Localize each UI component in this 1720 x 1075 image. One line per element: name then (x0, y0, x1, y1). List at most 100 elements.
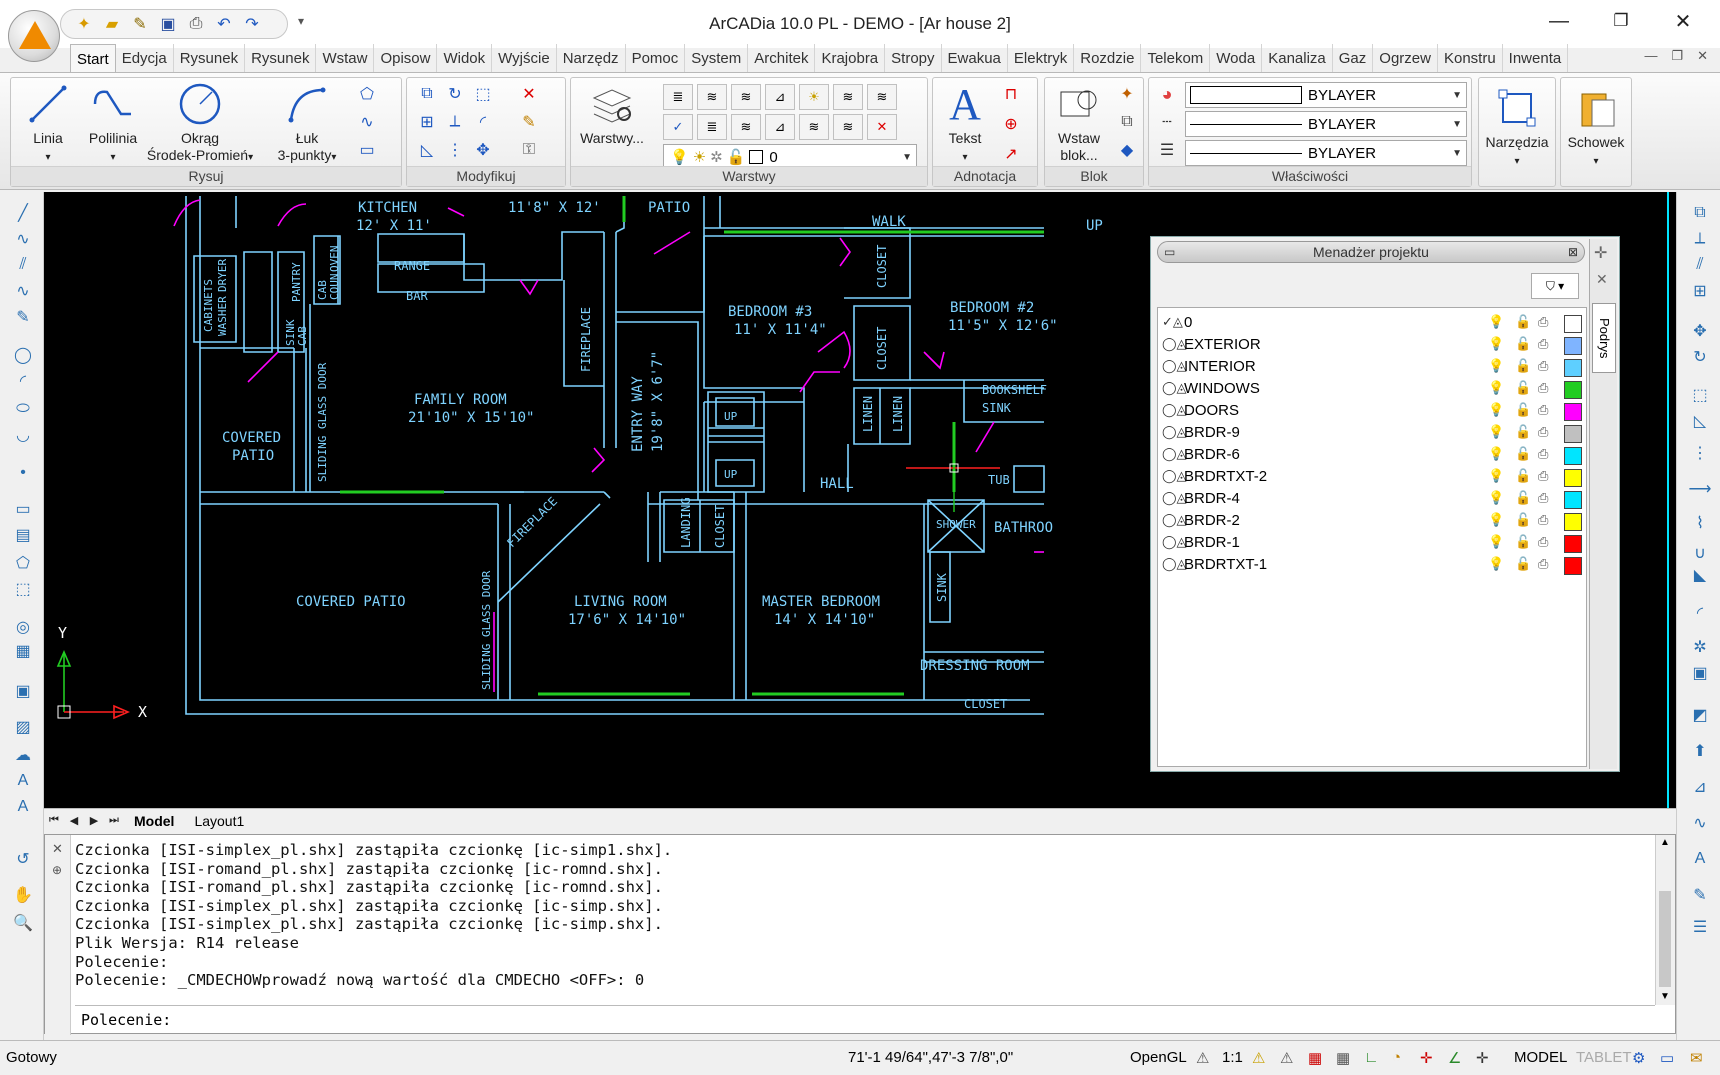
layer-color-swatch[interactable] (1564, 469, 1582, 487)
layer-lock-icon[interactable]: 🔓 (1515, 512, 1531, 528)
layer-on-icon[interactable]: 💡 (1488, 402, 1504, 418)
point-icon[interactable]: • (12, 462, 34, 484)
donut-icon[interactable]: ◎ (12, 616, 34, 638)
last-tab-icon[interactable]: ⏭ (104, 814, 124, 827)
tab-4[interactable]: Wstaw (316, 44, 375, 72)
move-icon[interactable]: ✥ (471, 138, 495, 162)
layer-row[interactable]: ◯◬ BRDRTXT-2 💡 🔓 ⎙ (1158, 466, 1588, 490)
ortho-icon[interactable]: ∟ (1364, 1049, 1379, 1066)
rectangle-icon[interactable]: ▭ (355, 138, 379, 162)
prev-tab-icon[interactable]: ◀ (64, 814, 84, 827)
linetype-icon[interactable]: ┄ (1155, 110, 1179, 134)
command-pin-icon[interactable]: ⊕ (52, 863, 62, 877)
layer-tool-12-icon[interactable]: ≋ (799, 114, 829, 140)
layer-tool-1-icon[interactable]: ≣ (663, 84, 693, 110)
layer-on-icon[interactable]: 💡 (1488, 336, 1504, 352)
polygon-icon[interactable]: ⬠ (355, 82, 379, 106)
layer-row[interactable]: ◯◬ BRDR-9 💡 🔓 ⎙ (1158, 422, 1588, 446)
layer-lock-icon[interactable]: 🔓 (1515, 314, 1531, 330)
layer-color-swatch[interactable] (1564, 425, 1582, 443)
layer-tool-2-icon[interactable]: ≋ (697, 84, 727, 110)
layer-lock-icon[interactable]: 🔓 (1515, 446, 1531, 462)
layer-color-swatch[interactable] (1564, 403, 1582, 421)
layer-tool-13-icon[interactable]: ≋ (833, 114, 863, 140)
layer-row[interactable]: ◯◬ DOORS 💡 🔓 ⎙ (1158, 400, 1588, 424)
properties-icon[interactable]: ☰ (1689, 916, 1711, 938)
tools-button[interactable]: Narzędzia ▾ (1479, 86, 1555, 170)
layers-button[interactable]: Warstwy... (575, 82, 649, 147)
layer-on-icon[interactable]: 💡 (1488, 556, 1504, 572)
explode-icon[interactable]: ✲ (1689, 636, 1711, 658)
layer-color-swatch[interactable] (1564, 359, 1582, 377)
command-scrollbar[interactable]: ▲ ▼ (1655, 835, 1675, 1005)
layer-row[interactable]: ◯◬ BRDR-2 💡 🔓 ⎙ (1158, 510, 1588, 534)
layer-on-icon[interactable]: 💡 (1488, 446, 1504, 462)
lineweight-dropdown[interactable]: BYLAYER ▼ (1185, 140, 1467, 166)
app-menu-button[interactable] (8, 10, 60, 62)
tab-8[interactable]: Narzędz (557, 44, 626, 72)
layer-tool-11-icon[interactable]: ⊿ (765, 114, 795, 140)
layer-on-icon[interactable]: 💡 (1488, 512, 1504, 528)
line-button[interactable]: Linia ▾ (15, 82, 81, 166)
scale-icon[interactable]: ⬚ (471, 82, 495, 106)
boundary-icon[interactable]: ⬚ (12, 578, 34, 600)
layer-on-icon[interactable]: 💡 (1488, 468, 1504, 484)
command-window-handle[interactable]: ✕ ⊕ (45, 835, 71, 1035)
layer-print-icon[interactable]: ⎙ (1538, 512, 1548, 528)
layer-color-swatch[interactable] (1564, 513, 1582, 531)
layer-on-icon[interactable]: 💡 (1488, 314, 1504, 330)
layer-tool-6-icon[interactable]: ≋ (833, 84, 863, 110)
layer-print-icon[interactable]: ⎙ (1538, 468, 1548, 484)
tab-model[interactable]: Model (124, 810, 184, 832)
layer-row[interactable]: ◯◬ EXTERIOR 💡 🔓 ⎙ (1158, 334, 1588, 358)
line-icon[interactable]: ╱ (12, 202, 34, 224)
layer-row[interactable]: ◯◬ BRDR-1 💡 🔓 ⎙ (1158, 532, 1588, 556)
color-dropdown[interactable]: BYLAYER ▼ (1185, 82, 1467, 108)
polar-icon[interactable]: ◔ (1392, 1049, 1401, 1066)
3d-box-icon[interactable]: ▣ (1689, 662, 1711, 684)
tab-14[interactable]: Ewakua (942, 44, 1008, 72)
match-properties-icon[interactable]: ✎ (517, 110, 541, 134)
close-button[interactable]: ✕ (1660, 6, 1706, 36)
command-close-icon[interactable]: ✕ (52, 841, 63, 857)
tab-16[interactable]: Rozdzie (1074, 44, 1142, 72)
tab-23[interactable]: Inwenta (1503, 44, 1569, 72)
layer-filter-dropdown[interactable]: ⛉ ▾ (1531, 273, 1579, 299)
tab-3[interactable]: Rysunek (245, 44, 317, 72)
layer-on-icon[interactable]: 💡 (1488, 380, 1504, 396)
polyline-icon[interactable]: ∿ (12, 228, 34, 250)
restore-button[interactable]: ❐ (1598, 6, 1644, 36)
sidebar-close-icon[interactable]: ✕ (1596, 271, 1608, 288)
pan-icon[interactable]: ✋ (12, 884, 34, 906)
hatch-icon[interactable]: ▤ (12, 524, 34, 546)
layer-lock-icon[interactable]: 🔓 (1515, 468, 1531, 484)
array-icon[interactable]: ⊞ (415, 110, 439, 134)
match-properties-icon[interactable]: ✎ (1689, 884, 1711, 906)
text-button[interactable]: A Tekst ▾ (937, 82, 993, 166)
wipeout-icon[interactable]: ▨ (12, 716, 34, 738)
tab-layout1[interactable]: Layout1 (184, 810, 254, 832)
lineweight-icon[interactable]: ☰ (1155, 138, 1179, 162)
layer-row[interactable]: ◯◬ BRDR-4 💡 🔓 ⎙ (1158, 488, 1588, 512)
otrack-icon[interactable]: ∠ (1448, 1049, 1461, 1067)
zoom-icon[interactable]: 🔍 (12, 912, 34, 934)
tab-7[interactable]: Wyjście (492, 44, 557, 72)
snap-icon[interactable]: ▦ (1308, 1049, 1322, 1067)
tab-podrys[interactable]: Podrys (1592, 303, 1616, 373)
leader-icon[interactable]: ↗ (999, 142, 1023, 166)
layer-lock-icon[interactable]: 🔓 (1515, 424, 1531, 440)
layer-tool-7-icon[interactable]: ≋ (867, 84, 897, 110)
mirror-icon[interactable]: ⟂ (443, 110, 467, 134)
layer-tool-5-icon[interactable]: ☀ (799, 84, 829, 110)
annotation-visibility-icon[interactable]: ⚠ (1252, 1049, 1265, 1067)
osnap-icon[interactable]: ✛ (1420, 1049, 1433, 1067)
ellipse-icon[interactable]: ⬭ (12, 398, 34, 420)
layer-tool-10-icon[interactable]: ≋ (731, 114, 761, 140)
layer-tool-9-icon[interactable]: ≣ (697, 114, 727, 140)
stretch-icon[interactable]: ◺ (415, 138, 439, 162)
minimize-button[interactable]: — (1536, 6, 1582, 36)
layer-color-swatch[interactable] (1564, 447, 1582, 465)
trim-icon[interactable]: ⋮ (1689, 442, 1711, 464)
erase-icon[interactable]: ✕ (517, 82, 541, 106)
tab-17[interactable]: Telekom (1141, 44, 1211, 72)
